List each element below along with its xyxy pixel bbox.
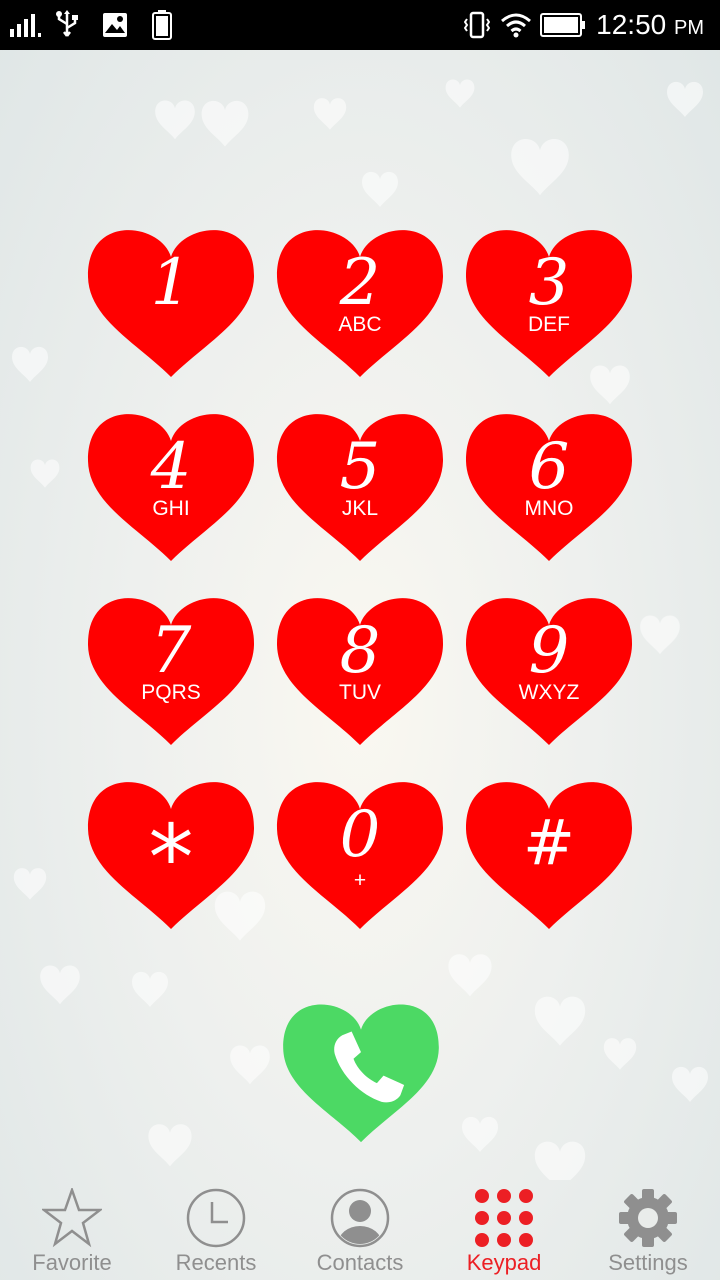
- key-0[interactable]: 0 +: [276, 771, 444, 931]
- nav-recents[interactable]: Recents: [144, 1182, 288, 1280]
- key-letters: JKL: [341, 497, 379, 520]
- key-2[interactable]: 2 ABC: [276, 219, 444, 379]
- nav-favorite[interactable]: Favorite: [0, 1182, 144, 1280]
- key-digit: 0: [339, 798, 381, 872]
- key-digit: *: [148, 806, 194, 911]
- usb-icon: [54, 0, 80, 50]
- key-letters: ABC: [338, 313, 382, 336]
- key-8[interactable]: 8 TUV: [276, 587, 444, 747]
- ampm-text: PM: [674, 17, 704, 39]
- nav-label: Keypad: [466, 1250, 542, 1275]
- key-letters: MNO: [524, 497, 574, 520]
- key-digit: 1: [150, 246, 192, 320]
- nav-label: Contacts: [316, 1250, 404, 1275]
- battery-saver-icon: [152, 0, 172, 50]
- key-3[interactable]: 3 DEF: [465, 219, 633, 379]
- nav-keypad[interactable]: Keypad: [432, 1182, 576, 1280]
- battery-icon: [540, 0, 586, 50]
- nav-settings[interactable]: Settings: [576, 1182, 720, 1280]
- wifi-icon: [500, 0, 532, 50]
- nav-contacts[interactable]: Contacts: [288, 1182, 432, 1280]
- key-letters: GHI: [152, 497, 190, 520]
- key-star[interactable]: *: [87, 771, 255, 931]
- time-text: 12:50: [596, 9, 667, 40]
- keypad-icon: [475, 1189, 533, 1247]
- key-digit: #: [523, 806, 575, 879]
- key-letters: TUV: [339, 681, 381, 704]
- key-9[interactable]: 9 WXYZ: [465, 587, 633, 747]
- contact-icon: [330, 1188, 390, 1248]
- vibrate-icon: [464, 0, 490, 50]
- key-7[interactable]: 7 PQRS: [87, 587, 255, 747]
- key-letters: DEF: [528, 313, 570, 336]
- key-1[interactable]: 1: [87, 219, 255, 379]
- gear-icon: [619, 1189, 677, 1247]
- star-icon: [42, 1188, 102, 1248]
- key-6[interactable]: 6 MNO: [465, 403, 633, 563]
- key-5[interactable]: 5 JKL: [276, 403, 444, 563]
- call-button[interactable]: [282, 994, 440, 1144]
- signal-icon: [10, 0, 44, 50]
- status-bar: 12:50 PM: [0, 0, 720, 50]
- nav-label: Favorite: [32, 1250, 112, 1275]
- key-letters: +: [353, 869, 367, 892]
- key-letters: WXYZ: [518, 681, 580, 704]
- nav-label: Settings: [608, 1250, 688, 1275]
- clock-icon: [186, 1188, 246, 1248]
- image-icon: [102, 0, 128, 50]
- key-4[interactable]: 4 GHI: [87, 403, 255, 563]
- bottom-nav: Favorite Recents Contacts Keypad Setting…: [0, 1182, 720, 1280]
- key-letters: PQRS: [141, 681, 201, 704]
- phone-icon: [334, 1031, 405, 1103]
- status-time: 12:50 PM: [596, 0, 704, 50]
- nav-label: Recents: [175, 1250, 257, 1275]
- key-hash[interactable]: #: [465, 771, 633, 931]
